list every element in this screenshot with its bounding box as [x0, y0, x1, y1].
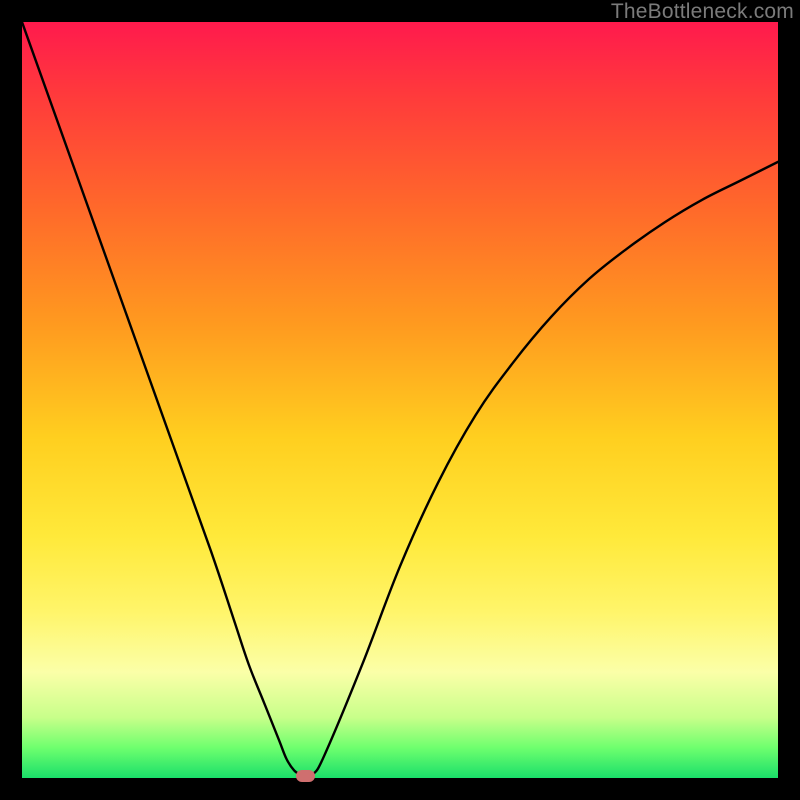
plot-area — [22, 22, 778, 778]
chart-frame: TheBottleneck.com — [0, 0, 800, 800]
optimal-point-marker — [296, 770, 315, 782]
watermark-text: TheBottleneck.com — [611, 0, 794, 24]
bottleneck-curve — [22, 22, 778, 778]
curve-layer — [22, 22, 778, 778]
